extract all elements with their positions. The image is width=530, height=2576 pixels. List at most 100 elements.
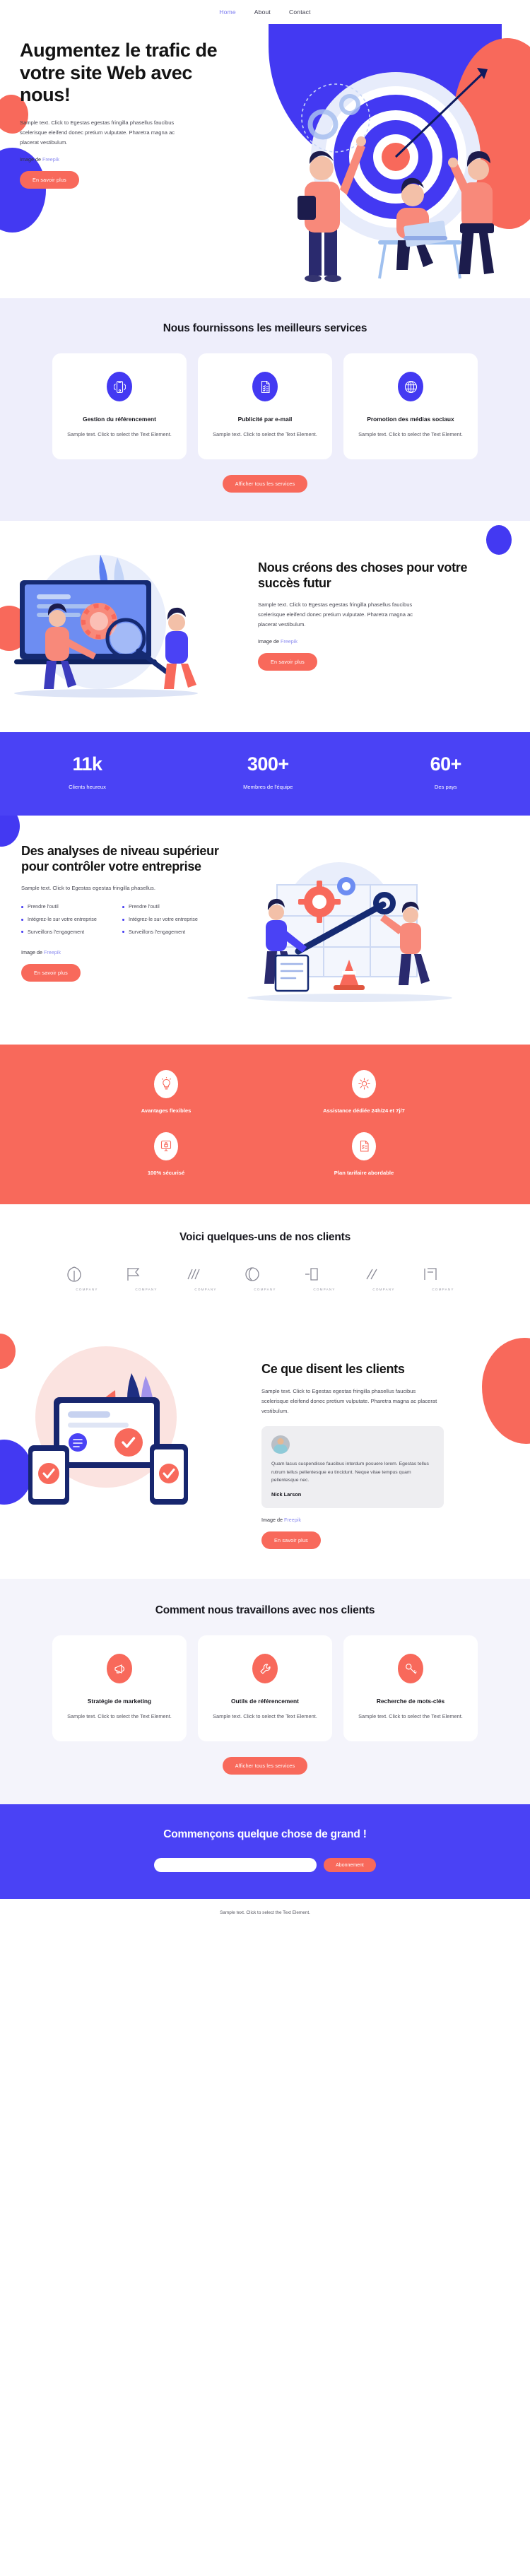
nav-item-contact[interactable]: Contact: [289, 8, 311, 16]
hero-content: Augmentez le trafic de votre site Web av…: [0, 24, 226, 189]
testimonial-card: Quam lacus suspendisse faucibus interdum…: [261, 1425, 444, 1509]
process-card-tools[interactable]: Outils de référencement Sample text. Cli…: [198, 1635, 332, 1742]
nav-item-home[interactable]: Home: [219, 8, 235, 16]
features-band: Avantages flexibles Assistance dédiée 24…: [0, 1044, 530, 1204]
bullet-list-left: Prendre l'outil Intégrez-le sur votre en…: [21, 902, 110, 941]
credit-prefix: Image de: [261, 1517, 284, 1524]
client-logo-6: COMPANY: [362, 1265, 406, 1291]
process-title: Comment nous travaillons avec nos client…: [155, 1604, 375, 1617]
stat-label: Clients heureux: [69, 783, 106, 790]
process-card-title: Recherche de mots-clés: [376, 1698, 445, 1705]
client-name: COMPANY: [76, 1287, 98, 1291]
create-body-text: Sample text. Click to Egestas egestas fr…: [258, 601, 413, 628]
avatar: [271, 1435, 290, 1454]
testimonial-quote: Quam lacus suspendisse faucibus interdum…: [271, 1461, 429, 1483]
feature-label: Avantages flexibles: [141, 1107, 192, 1114]
subscribe-form: Abonnement: [0, 1858, 530, 1873]
service-card-seo[interactable]: Gestion du référencement Sample text. Cl…: [52, 353, 187, 459]
testimonials-cta-button[interactable]: En savoir plus: [261, 1531, 321, 1550]
bullet-list-right: Prendre l'outil Intégrez-le sur votre en…: [122, 902, 211, 941]
process-card-title: Outils de référencement: [231, 1698, 299, 1705]
service-card-title: Promotion des médias sociaux: [367, 416, 454, 423]
testimonials-title: Ce que disent les clients: [261, 1361, 405, 1376]
client-logo-5: COMPANY: [302, 1265, 346, 1291]
globe-icon: [398, 372, 423, 401]
feature-label: Assistance dédiée 24h/24 et 7j/7: [323, 1107, 405, 1114]
create-image-credit: Image de Freepik: [258, 638, 470, 645]
analytics-cta-button[interactable]: En savoir plus: [21, 963, 81, 982]
process-card-text: Sample text. Click to select the Text El…: [67, 1713, 172, 1720]
service-card-text: Sample text. Click to select the Text El…: [213, 431, 317, 437]
checklist-document-icon: [252, 372, 278, 401]
stat-value: 60+: [430, 753, 462, 775]
hero-cta-button[interactable]: En savoir plus: [20, 170, 79, 189]
list-item: Prendre l'outil: [21, 902, 110, 911]
stat-label: Des pays: [434, 783, 457, 790]
freepik-link[interactable]: Freepik: [284, 1517, 301, 1523]
subscribe-button[interactable]: Abonnement: [324, 1858, 376, 1873]
list-item: Intégrez-le sur votre entreprise: [122, 915, 211, 924]
client-logo-4: COMPANY: [243, 1265, 287, 1291]
landing-page: Home About Contact Augmentez le trafic d…: [0, 0, 530, 1929]
analytics-title: Des analyses de niveau supérieur pour co…: [21, 843, 219, 874]
analytics-bullet-lists: Prendre l'outil Intégrez-le sur votre en…: [21, 902, 233, 941]
megaphone-icon: [107, 1654, 132, 1684]
service-card-social[interactable]: Promotion des médias sociaux Sample text…: [343, 353, 478, 459]
services-cards: Gestion du référencement Sample text. Cl…: [0, 353, 530, 459]
client-name: COMPANY: [135, 1287, 158, 1291]
features-grid: Avantages flexibles Assistance dédiée 24…: [67, 1069, 463, 1176]
process-card-marketing[interactable]: Stratégie de marketing Sample text. Clic…: [52, 1635, 187, 1742]
nav-item-about[interactable]: About: [254, 8, 271, 16]
list-item: Prendre l'outil: [122, 902, 211, 911]
hero-illustration: [272, 51, 516, 284]
stats-band: 11k Clients heureux 300+ Membres de l'éq…: [0, 731, 530, 816]
service-card-email[interactable]: Publicité par e-mail Sample text. Click …: [198, 353, 332, 459]
list-item: Surveillons l'engagement: [122, 928, 211, 936]
analytics-content: Des analyses de niveau supérieur pour co…: [0, 844, 233, 1015]
create-illustration: [0, 548, 258, 700]
credit-prefix: Image de: [21, 948, 44, 955]
hero-body-text: Sample text. Click to Egestas egestas fr…: [20, 119, 175, 146]
stat-value: 11k: [72, 753, 102, 775]
clients-section: Voici quelques-uns de nos clients COMPAN…: [0, 1204, 530, 1321]
freepik-link[interactable]: Freepik: [44, 949, 61, 955]
stat-item-countries: 60+ Des pays: [430, 753, 462, 790]
stat-label: Membres de l'équipe: [243, 783, 293, 790]
key-icon: [398, 1654, 423, 1684]
stat-value: 300+: [247, 753, 289, 775]
client-name: COMPANY: [372, 1287, 395, 1291]
create-cta-button[interactable]: En savoir plus: [258, 653, 317, 671]
cta-section: Commençons quelque chose de grand ! Abon…: [0, 1804, 530, 1900]
stat-item-clients: 11k Clients heureux: [69, 753, 106, 790]
process-card-text: Sample text. Click to select the Text El…: [358, 1713, 463, 1720]
process-card-keywords[interactable]: Recherche de mots-clés Sample text. Clic…: [343, 1635, 478, 1742]
feature-label: 100% sécurisé: [147, 1169, 185, 1176]
stat-item-team: 300+ Membres de l'équipe: [243, 753, 293, 790]
client-logo-3: COMPANY: [184, 1265, 228, 1291]
testimonials-illustration: [0, 1339, 261, 1509]
lock-screen-icon: [154, 1131, 178, 1160]
lightbulb-icon: [154, 1069, 178, 1098]
feature-item-pricing: Plan tarifaire abordable: [265, 1131, 463, 1176]
feature-label: Plan tarifaire abordable: [334, 1169, 394, 1176]
client-name: COMPANY: [313, 1287, 336, 1291]
testimonials-section: Ce que disent les clients Sample text. C…: [0, 1320, 530, 1580]
analytics-section: Des analyses de niveau supérieur pour co…: [0, 815, 530, 1045]
client-logos: COMPANY COMPANY COMPANY COMPANY COMPANY …: [0, 1265, 530, 1291]
testimonials-image-credit: Image de Freepik: [261, 1517, 473, 1523]
checklist-icon: [352, 1131, 376, 1160]
client-logo-1: COMPANY: [65, 1265, 109, 1291]
freepik-link[interactable]: Freepik: [42, 156, 59, 163]
list-item: Intégrez-le sur votre entreprise: [21, 915, 110, 924]
freepik-link[interactable]: Freepik: [281, 638, 298, 645]
wrench-icon: [252, 1654, 278, 1684]
list-item: Surveillons l'engagement: [21, 928, 110, 936]
main-navigation: Home About Contact: [0, 0, 530, 24]
email-input[interactable]: [154, 1858, 317, 1873]
clients-title: Voici quelques-uns de nos clients: [179, 1230, 351, 1243]
view-all-process-button[interactable]: Afficher tous les services: [222, 1757, 308, 1775]
view-all-services-button[interactable]: Afficher tous les services: [222, 474, 308, 493]
client-name: COMPANY: [254, 1287, 276, 1291]
client-name: COMPANY: [432, 1287, 454, 1291]
credit-prefix: Image de: [20, 155, 42, 163]
